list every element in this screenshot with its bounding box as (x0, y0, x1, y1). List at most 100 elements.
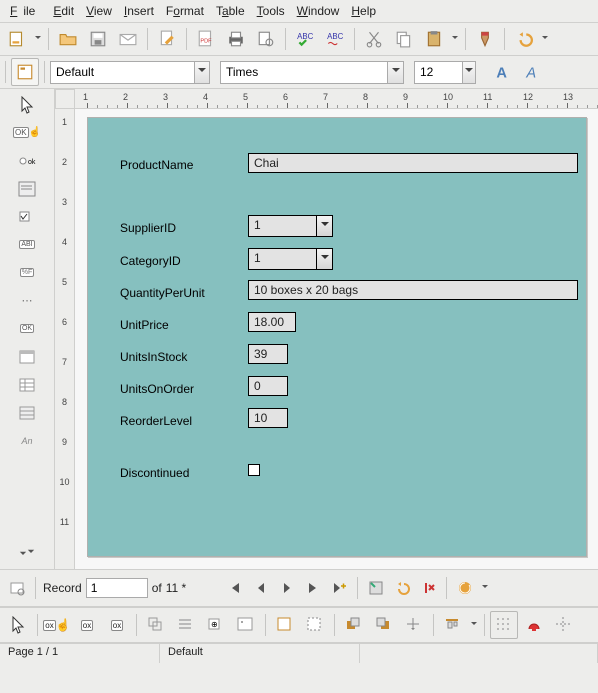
guides-button[interactable] (550, 611, 578, 639)
group-button[interactable] (400, 611, 428, 639)
new-dropdown[interactable] (33, 25, 43, 53)
undo-button[interactable] (510, 25, 538, 53)
menu-insert[interactable]: Insert (118, 2, 160, 20)
field-unitsinstock[interactable]: 39 (248, 344, 288, 364)
paragraph-style-input[interactable] (51, 63, 194, 81)
mail-button[interactable] (114, 25, 142, 53)
add-field-button[interactable]: ⊕ (202, 611, 230, 639)
auto-spellcheck-button[interactable]: ABC (321, 25, 349, 53)
auto-control-focus-button[interactable] (301, 611, 329, 639)
menu-help[interactable]: Help (345, 2, 382, 20)
label-tool[interactable]: ABI (10, 231, 44, 258)
refresh-button[interactable] (454, 577, 476, 599)
form-design-button[interactable] (11, 58, 39, 86)
menu-edit[interactable]: Edit (47, 2, 80, 20)
font-size-combo[interactable] (414, 61, 476, 84)
field-discontinued[interactable] (248, 464, 260, 476)
open-design-button[interactable] (271, 611, 299, 639)
form-navigator-button[interactable] (6, 577, 28, 599)
spellcheck-button[interactable]: ABC (291, 25, 319, 53)
last-record-button[interactable] (302, 577, 324, 599)
control-properties-button[interactable]: ox☝ (43, 611, 71, 639)
new-record-button[interactable] (328, 577, 350, 599)
main-toolbar: PDF ABC ABC (0, 23, 598, 56)
expand-tools[interactable] (10, 541, 44, 568)
undo-record-button[interactable] (391, 577, 413, 599)
grid-visible-button[interactable] (490, 611, 518, 639)
font-size-input[interactable] (415, 63, 462, 81)
delete-record-button[interactable] (417, 577, 439, 599)
formatted-field-tool[interactable]: %F (10, 259, 44, 286)
table-grid-tool[interactable] (10, 399, 44, 426)
italic-button[interactable]: A (518, 58, 546, 86)
format-paintbrush-button[interactable] (471, 25, 499, 53)
undo-dropdown[interactable] (540, 25, 550, 53)
edit-doc-button[interactable] (153, 25, 181, 53)
next-record-button[interactable] (276, 577, 298, 599)
anchor-tool[interactable]: An (10, 427, 44, 454)
chevron-down-icon[interactable] (194, 62, 209, 83)
canvas[interactable]: ProductName Chai SupplierID 1 CategoryID… (75, 109, 598, 569)
vertical-ruler[interactable]: 1234567891011 (55, 109, 75, 569)
chevron-down-icon[interactable] (316, 216, 332, 236)
snap-to-grid-button[interactable] (520, 611, 548, 639)
select-tool-bottom[interactable] (4, 611, 32, 639)
send-to-back-button[interactable] (370, 611, 398, 639)
refresh-dropdown[interactable] (480, 574, 490, 602)
cut-button[interactable] (360, 25, 388, 53)
field-unitsonorder[interactable]: 0 (248, 376, 288, 396)
menu-tools[interactable]: Tools (251, 2, 291, 20)
field-categoryid[interactable]: 1 (248, 248, 333, 270)
wizards-button[interactable] (10, 343, 44, 370)
svg-text:A: A (525, 66, 536, 81)
push-button-tool[interactable]: OK☝ (10, 119, 44, 146)
list-box-tool[interactable] (10, 175, 44, 202)
open-button[interactable] (54, 25, 82, 53)
option-button-tool[interactable]: ok (10, 147, 44, 174)
more-controls-tool[interactable]: ⋯ (10, 287, 44, 314)
first-record-button[interactable] (224, 577, 246, 599)
chevron-down-icon[interactable] (387, 62, 403, 83)
check-box-tool[interactable] (10, 203, 44, 230)
status-style[interactable]: Default (160, 644, 360, 663)
new-button[interactable] (3, 25, 31, 53)
font-name-input[interactable] (221, 63, 387, 81)
save-button[interactable] (84, 25, 112, 53)
select-tool[interactable] (10, 91, 44, 118)
menu-table[interactable]: Table (210, 2, 251, 20)
horizontal-ruler[interactable]: /*populated below*/ 12345678910111213 (75, 89, 598, 109)
form-properties-button[interactable]: ox (73, 611, 101, 639)
field-qtyperunit[interactable]: 10 boxes x 20 bags (248, 280, 578, 300)
field-productname[interactable]: Chai (248, 153, 578, 173)
print-preview-button[interactable] (252, 25, 280, 53)
position-size-button[interactable] (142, 611, 170, 639)
record-number-input[interactable] (86, 578, 148, 598)
field-supplierid[interactable]: 1 (248, 215, 333, 237)
paste-button[interactable] (420, 25, 448, 53)
bold-button[interactable]: A (488, 58, 516, 86)
field-reorderlevel[interactable]: 10 (248, 408, 288, 428)
save-record-button[interactable] (365, 577, 387, 599)
export-pdf-button[interactable]: PDF (192, 25, 220, 53)
prev-record-button[interactable] (250, 577, 272, 599)
control-properties2-button[interactable]: ox (103, 611, 131, 639)
text-box-tool[interactable]: OK (10, 315, 44, 342)
form-navigator-button2[interactable] (232, 611, 260, 639)
activation-order-button[interactable] (172, 611, 200, 639)
paragraph-style-combo[interactable] (50, 61, 210, 84)
table-control-tool[interactable] (10, 371, 44, 398)
menu-format[interactable]: Format (160, 2, 210, 20)
menu-file[interactable]: File (4, 2, 47, 20)
copy-button[interactable] (390, 25, 418, 53)
print-button[interactable] (222, 25, 250, 53)
paste-dropdown[interactable] (450, 25, 460, 53)
bring-to-front-button[interactable] (340, 611, 368, 639)
menu-view[interactable]: View (80, 2, 118, 20)
chevron-down-icon[interactable] (462, 62, 475, 83)
alignment-dropdown[interactable] (469, 611, 479, 639)
field-unitprice[interactable]: 18.00 (248, 312, 296, 332)
alignment-button[interactable] (439, 611, 467, 639)
chevron-down-icon[interactable] (316, 249, 332, 269)
menu-window[interactable]: Window (291, 2, 346, 20)
font-name-combo[interactable] (220, 61, 404, 84)
